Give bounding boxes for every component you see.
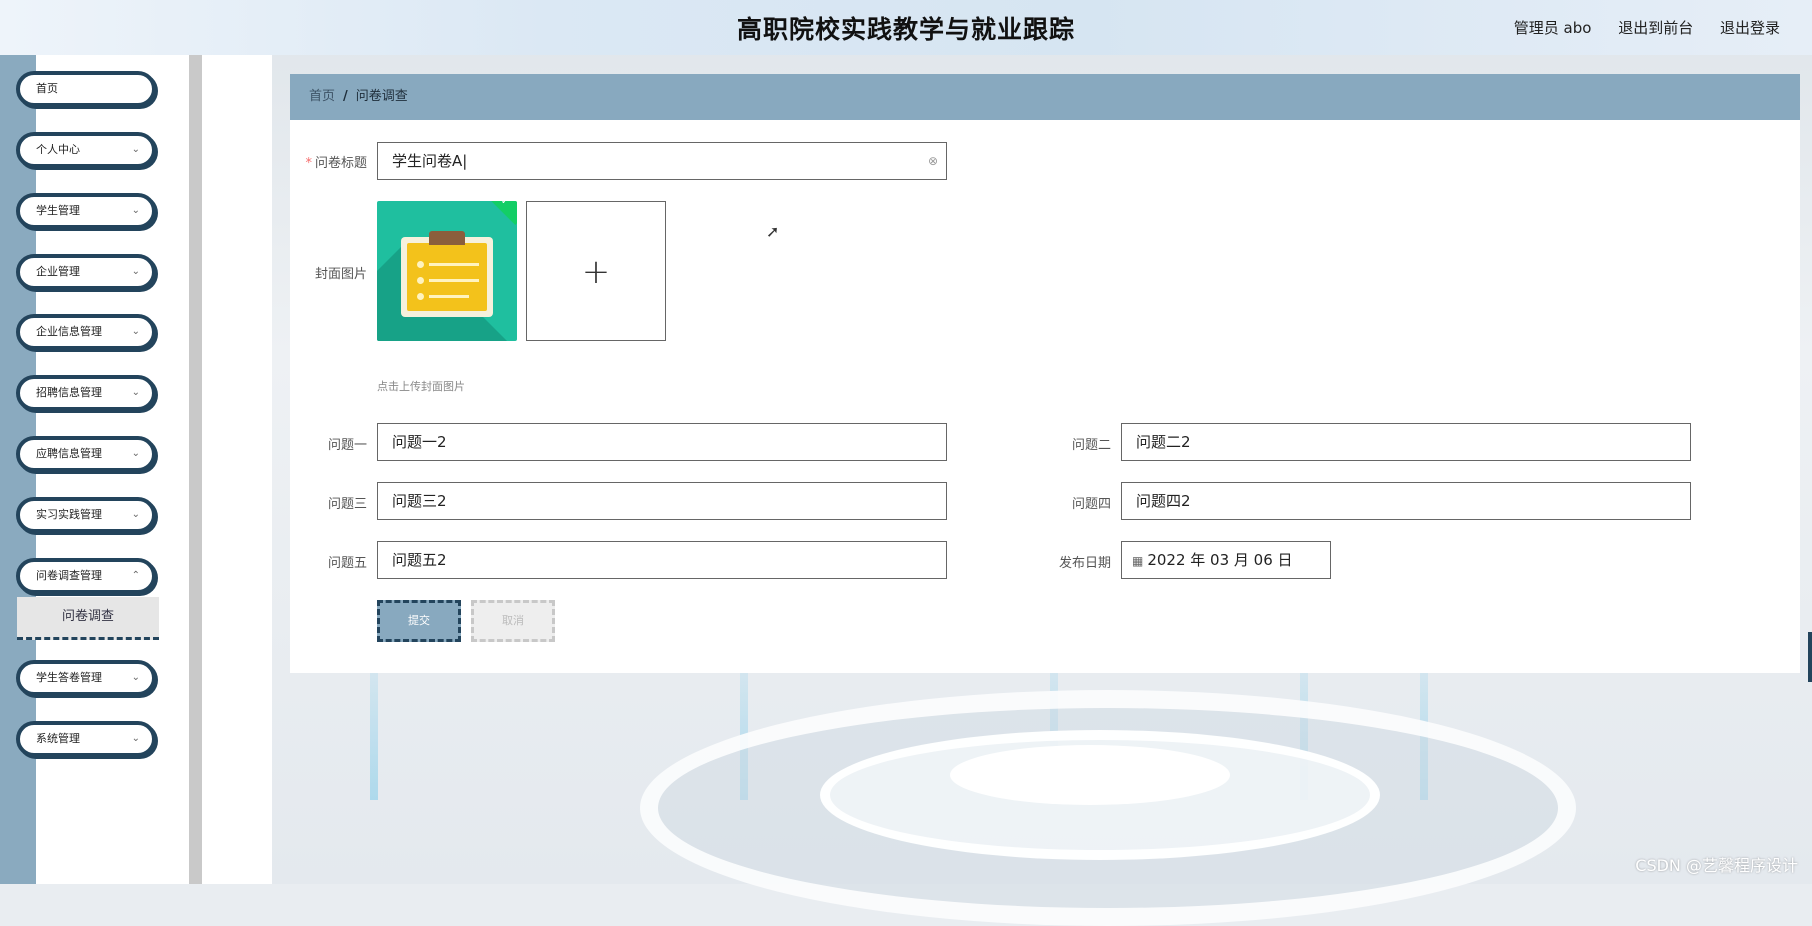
q2-input[interactable]: 问题二2 (1121, 423, 1691, 461)
list-line (429, 263, 479, 266)
chevron-down-icon: ⌄ (131, 144, 140, 155)
sidebar-item-label: 招聘信息管理 (36, 386, 102, 399)
title-label: * 问卷标题 (305, 156, 367, 171)
clear-icon[interactable]: ⊗ (928, 143, 938, 179)
stage-ring-inner (950, 745, 1230, 805)
sidebar-item-home[interactable]: 首页 (16, 71, 156, 107)
survey-title-input[interactable]: 学生问卷A| ⊗ (377, 142, 947, 180)
clipboard-clip (429, 231, 465, 245)
q5-input[interactable]: 问题五2 (377, 541, 947, 579)
breadcrumb-current: 问卷调查 (355, 89, 408, 104)
sidebar-gap (202, 55, 272, 884)
sidebar-item-label: 首页 (36, 82, 58, 95)
chevron-down-icon: ⌄ (131, 509, 140, 520)
chevron-down-icon: ⌄ (131, 326, 140, 337)
sidebar-item-answers[interactable]: 学生答卷管理 ⌄ (16, 660, 156, 696)
chevron-down-icon: ⌄ (131, 672, 140, 683)
chevron-down-icon: ⌄ (131, 448, 140, 459)
admin-user-label: 管理员 abo (1513, 19, 1592, 37)
watermark: CSDN @艺馨程序设计 (1635, 856, 1798, 875)
cancel-button[interactable]: 取消 (471, 600, 555, 642)
logout-link[interactable]: 退出登录 (1720, 19, 1780, 37)
chevron-down-icon: ⌄ (131, 266, 140, 277)
list-line (429, 279, 479, 282)
sidebar-item-label: 企业信息管理 (36, 325, 102, 338)
chevron-up-icon: ⌃ (131, 570, 140, 581)
survey-title-value: 学生问卷A (392, 152, 463, 170)
sidebar-item-profile[interactable]: 个人中心 ⌄ (16, 132, 156, 168)
q5-label: 问题五 (327, 556, 367, 571)
chevron-down-icon: ⌄ (131, 733, 140, 744)
chevron-down-icon: ⌄ (131, 205, 140, 216)
q1-label: 问题一 (327, 438, 367, 453)
text-caret: | (462, 152, 468, 170)
q3-input[interactable]: 问题三2 (377, 482, 947, 520)
q1-input[interactable]: 问题一2 (377, 423, 947, 461)
upload-success-badge: ✓ (486, 201, 517, 226)
cover-label: 封面图片 (314, 267, 367, 282)
cover-thumbnail[interactable]: ✓ (377, 201, 517, 341)
required-mark: * (305, 156, 312, 171)
q3-label: 问题三 (327, 497, 367, 512)
list-line (429, 295, 469, 298)
sidebar-item-recruitment[interactable]: 招聘信息管理 ⌄ (16, 375, 156, 411)
list-dot (417, 261, 424, 268)
q4-input[interactable]: 问题四2 (1121, 482, 1691, 520)
sidebar-item-label: 问卷调查管理 (36, 569, 102, 582)
breadcrumb-separator: / (343, 89, 348, 104)
mouse-cursor-icon: ➚ (766, 222, 780, 241)
header-links: 管理员 abo 退出到前台 退出登录 (1492, 17, 1780, 38)
sidebar-item-companies[interactable]: 企业管理 ⌄ (16, 254, 156, 290)
sidebar-item-system[interactable]: 系统管理 ⌄ (16, 721, 156, 757)
sidebar-item-label: 学生管理 (36, 204, 80, 217)
sidebar-item-label: 实习实践管理 (36, 508, 102, 521)
check-icon: ✓ (500, 201, 510, 207)
sidebar-subitem-survey[interactable]: 问卷调查 (17, 597, 159, 640)
sidebar-item-students[interactable]: 学生管理 ⌄ (16, 193, 156, 229)
sidebar-item-internship[interactable]: 实习实践管理 ⌄ (16, 497, 156, 533)
upload-button[interactable]: + (526, 201, 666, 341)
sidebar-item-label: 应聘信息管理 (36, 447, 102, 460)
q4-label: 问题四 (1071, 497, 1111, 512)
q2-label: 问题二 (1071, 438, 1111, 453)
submit-button[interactable]: 提交 (377, 600, 461, 642)
sidebar-item-applications[interactable]: 应聘信息管理 ⌄ (16, 436, 156, 472)
sidebar-item-company-info[interactable]: 企业信息管理 ⌄ (16, 314, 156, 350)
sidebar-item-label: 学生答卷管理 (36, 671, 102, 684)
upload-hint: 点击上传封面图片 (377, 380, 465, 393)
front-link[interactable]: 退出到前台 (1618, 19, 1693, 37)
plus-icon: + (581, 252, 611, 292)
sidebar-item-label: 系统管理 (36, 732, 80, 745)
list-dot (417, 277, 424, 284)
top-header: 高职院校实践教学与就业跟踪 管理员 abo 退出到前台 退出登录 (0, 0, 1812, 55)
date-value: 2022 年 03 月 06 日 (1147, 551, 1293, 569)
sidebar-item-label: 个人中心 (36, 143, 80, 156)
list-dot (417, 293, 424, 300)
chevron-down-icon: ⌄ (131, 387, 140, 398)
sidebar-item-label: 企业管理 (36, 265, 80, 278)
calendar-icon: ▦ (1132, 554, 1144, 568)
breadcrumb-home[interactable]: 首页 (309, 89, 335, 104)
sidebar-scrollbar[interactable] (189, 55, 202, 884)
side-edge-handle[interactable] (1808, 632, 1812, 682)
breadcrumb: 首页 / 问卷调查 (290, 74, 1800, 120)
date-picker[interactable]: ▦ 2022 年 03 月 06 日 (1121, 541, 1331, 579)
date-label: 发布日期 (1058, 556, 1111, 571)
sidebar-item-survey[interactable]: 问卷调查管理 ⌃ (16, 558, 156, 594)
